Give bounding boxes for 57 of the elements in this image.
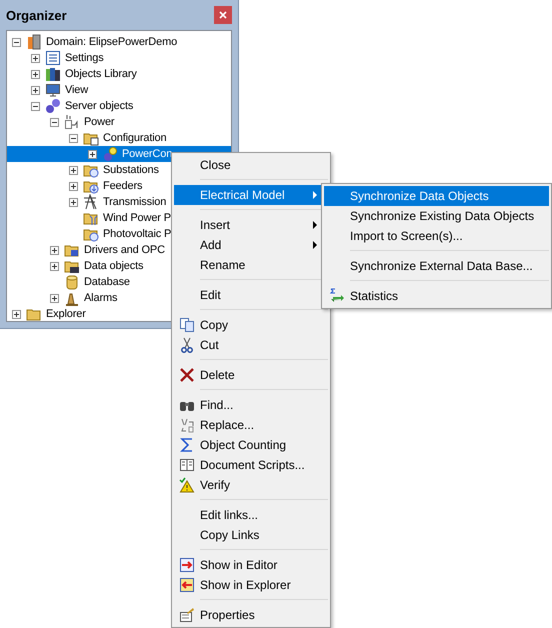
expand-icon[interactable] [31, 86, 40, 94]
panel-title: Organizer [6, 8, 67, 22]
list-icon [45, 50, 61, 66]
menu-item[interactable]: Synchronize Existing Data Objects [324, 206, 549, 226]
menu-item[interactable]: Copy Links [174, 525, 328, 545]
collapse-icon[interactable] [31, 102, 40, 110]
tree-item[interactable]: Database [7, 274, 231, 290]
server-icon [26, 34, 42, 50]
menu-item[interactable]: Replace... [174, 415, 328, 435]
menu-item[interactable]: Delete [174, 365, 328, 385]
expand-icon[interactable] [50, 262, 59, 270]
monitor-icon [45, 82, 61, 98]
menu-item[interactable]: Synchronize Data Objects [324, 186, 549, 206]
warning-icon [179, 477, 195, 493]
menu-item[interactable]: Statistics [324, 286, 549, 306]
database-icon [64, 274, 80, 290]
collapse-icon[interactable] [12, 38, 21, 46]
menu-item[interactable]: Cut [174, 335, 328, 355]
tree-item[interactable]: Settings [7, 50, 231, 66]
expand-icon[interactable] [88, 150, 97, 158]
expand-icon[interactable] [31, 70, 40, 78]
library-icon [45, 66, 61, 82]
sigma-icon [179, 437, 195, 453]
menu-item[interactable]: Find... [174, 395, 328, 415]
expand-icon[interactable] [50, 246, 59, 254]
arrows-icon [329, 288, 345, 304]
cross-icon [179, 367, 195, 383]
menu-item[interactable]: Synchronize External Data Base... [324, 256, 549, 276]
properties-icon [179, 607, 195, 623]
menu-item[interactable]: Document Scripts... [174, 455, 328, 475]
menu-item[interactable]: Verify [174, 475, 328, 495]
expand-icon[interactable] [12, 310, 21, 318]
menu-item[interactable]: Edit links... [174, 505, 328, 525]
tree-item[interactable]: Domain: ElipsePowerDemo [7, 34, 231, 50]
close-button[interactable] [214, 6, 232, 24]
tree-item[interactable]: Power [7, 114, 231, 130]
tree-item[interactable]: Configuration [7, 130, 231, 146]
scissors-icon [179, 337, 195, 353]
collapse-icon[interactable] [50, 118, 59, 126]
menu-item[interactable]: Object Counting [174, 435, 328, 455]
book-icon [179, 457, 195, 473]
tower-icon [83, 194, 99, 210]
collapse-icon[interactable] [69, 134, 78, 142]
menu-item[interactable]: Properties [174, 605, 328, 625]
tree-item[interactable]: Server objects [7, 98, 231, 114]
expand-icon[interactable] [69, 166, 78, 174]
menu-item[interactable]: Show in Explorer [174, 575, 328, 595]
tree-item[interactable]: View [7, 82, 231, 98]
menu-item[interactable]: Import to Screen(s)... [324, 226, 549, 246]
copy-icon [179, 317, 195, 333]
menu-item[interactable]: Show in Editor [174, 555, 328, 575]
tree-item[interactable]: Objects Library [7, 66, 231, 82]
expand-icon[interactable] [69, 182, 78, 190]
expand-icon[interactable] [69, 198, 78, 206]
expand-icon[interactable] [50, 294, 59, 302]
close-icon [219, 11, 227, 19]
expand-icon[interactable] [31, 54, 40, 62]
